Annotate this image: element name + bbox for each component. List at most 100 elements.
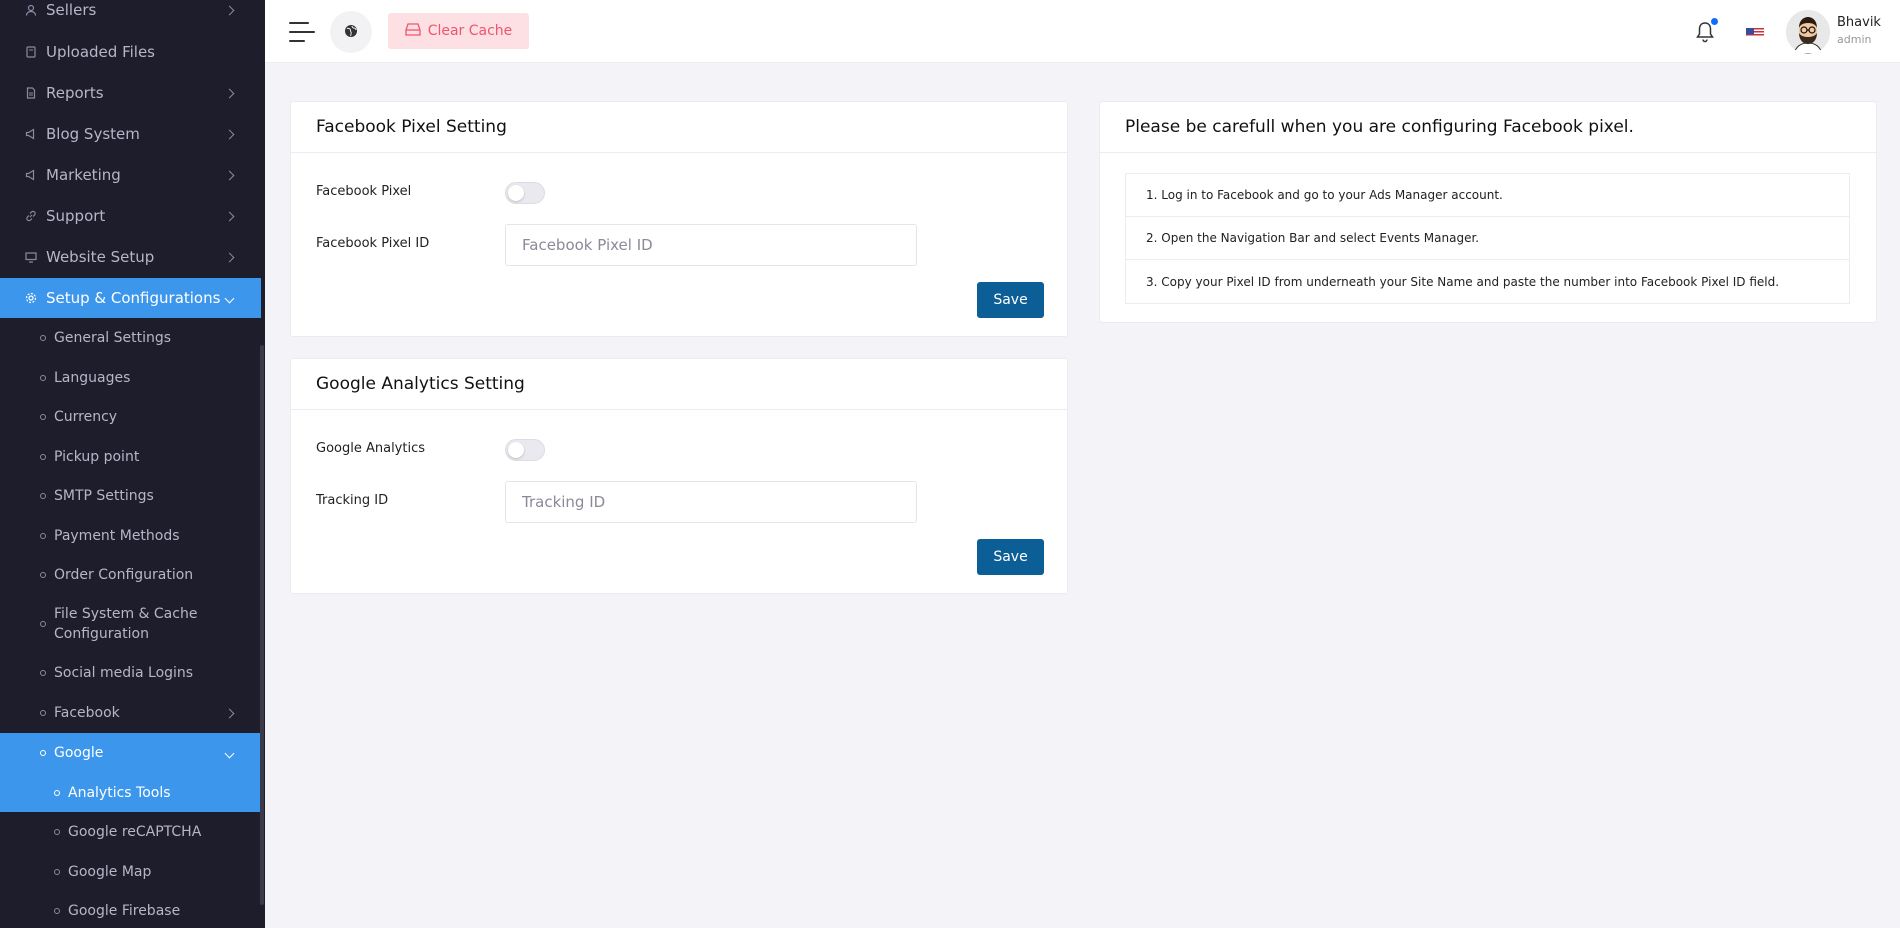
- sidebar-subitem-label: Payment Methods: [54, 527, 180, 544]
- megaphone-icon: [24, 168, 38, 182]
- google-analytics-label: Google Analytics: [316, 441, 426, 456]
- list-item: 3. Copy your Pixel ID from underneath yo…: [1146, 274, 1780, 289]
- sidebar: Sellers Uploaded Files Reports Blog Syst…: [0, 0, 265, 928]
- label-line: File System & Cache: [54, 606, 198, 622]
- chevron-right-icon: [224, 170, 235, 180]
- sidebar-subitem-file-system-cache[interactable]: File System & Cache Configuration: [0, 595, 261, 653]
- card-title: Please be carefull when you are configur…: [1100, 102, 1876, 153]
- sidebar-subitem-label: File System & Cache Configuration: [54, 604, 197, 644]
- google-save-button[interactable]: Save: [977, 539, 1044, 575]
- topbar: Clear Cache Bhavik admin: [265, 0, 1900, 63]
- chevron-right-icon: [224, 211, 235, 221]
- sidebar-item-label: Website Setup: [46, 248, 155, 266]
- facebook-pixel-toggle[interactable]: [505, 182, 545, 204]
- sidebar-subitem-google-map[interactable]: Google Map: [0, 852, 261, 891]
- bullet-icon: [40, 493, 46, 499]
- sidebar-subitem-facebook[interactable]: Facebook: [0, 693, 261, 733]
- bullet-icon: [40, 710, 46, 716]
- chevron-right-icon: [224, 88, 235, 98]
- sidebar-subitem-languages[interactable]: Languages: [0, 358, 261, 397]
- sidebar-item-support[interactable]: Support: [0, 196, 261, 236]
- google-analytics-card: Google Analytics Setting Google Analytic…: [290, 358, 1068, 594]
- sidebar-subitem-label: Google Firebase: [68, 902, 181, 919]
- us-flag-icon: [1746, 28, 1764, 37]
- sidebar-subitem-label: Google: [54, 745, 104, 761]
- chevron-right-icon: [224, 708, 235, 718]
- chevron-right-icon: [224, 5, 235, 15]
- menu-toggle-icon[interactable]: [289, 22, 315, 42]
- notification-dot: [1711, 18, 1718, 25]
- clear-cache-label: Clear Cache: [427, 23, 513, 39]
- sidebar-subitem-label: Facebook: [54, 705, 120, 721]
- sidebar-item-setup-configurations[interactable]: Setup & Configurations: [0, 278, 261, 318]
- monitor-icon: [24, 250, 38, 264]
- bullet-icon: [40, 453, 46, 460]
- sidebar-item-uploaded-files[interactable]: Uploaded Files: [0, 32, 261, 72]
- sidebar-item-label: Reports: [46, 84, 104, 102]
- avatar[interactable]: [1786, 10, 1830, 54]
- sidebar-subitem-currency[interactable]: Currency: [0, 397, 261, 437]
- facebook-pixel-card: Facebook Pixel Setting Facebook Pixel Fa…: [290, 101, 1068, 337]
- sidebar-item-marketing[interactable]: Marketing: [0, 155, 261, 195]
- user-name: Bhavik: [1837, 15, 1881, 30]
- bullet-icon: [54, 829, 60, 835]
- folder-icon: [24, 45, 38, 59]
- sidebar-subitem-label: Google reCAPTCHA: [68, 824, 202, 840]
- sidebar-subitem-label: Google Map: [68, 863, 152, 880]
- instructions-list: 1. Log in to Facebook and go to your Ads…: [1125, 173, 1850, 304]
- hdd-icon: [405, 22, 421, 40]
- facebook-pixel-instructions-card: Please be carefull when you are configur…: [1099, 101, 1877, 323]
- sidebar-item-label: Marketing: [46, 166, 121, 184]
- sidebar-item-label: Support: [46, 207, 106, 225]
- website-link-button[interactable]: [330, 11, 372, 53]
- clear-cache-button[interactable]: Clear Cache: [388, 13, 529, 49]
- language-flag-button[interactable]: [1746, 25, 1764, 37]
- notifications-button[interactable]: [1695, 18, 1719, 44]
- sidebar-scrollbar[interactable]: [260, 345, 264, 905]
- google-analytics-toggle[interactable]: [505, 439, 545, 461]
- sidebar-subitem-analytics-tools[interactable]: Analytics Tools: [0, 773, 261, 812]
- facebook-pixel-id-label: Facebook Pixel ID: [316, 236, 430, 251]
- sidebar-subitem-payment-methods[interactable]: Payment Methods: [0, 516, 261, 555]
- sidebar-item-label: Blog System: [46, 125, 140, 143]
- sidebar-subitem-pickup-point[interactable]: Pickup point: [0, 437, 261, 476]
- chevron-down-icon: [224, 748, 235, 758]
- sidebar-subitem-general-settings[interactable]: General Settings: [0, 318, 261, 358]
- bullet-icon: [40, 335, 46, 341]
- sidebar-subitem-label: Languages: [54, 369, 131, 386]
- label-line: Configuration: [54, 626, 149, 642]
- megaphone-icon: [24, 127, 38, 141]
- facebook-pixel-id-input[interactable]: [505, 224, 917, 266]
- sidebar-subitem-google-firebase[interactable]: Google Firebase: [0, 891, 261, 928]
- sidebar-subitem-label: Social media Logins: [54, 665, 194, 681]
- sidebar-item-website-setup[interactable]: Website Setup: [0, 237, 261, 277]
- sidebar-item-label: Setup & Configurations: [46, 289, 221, 307]
- sidebar-item-reports[interactable]: Reports: [0, 73, 261, 113]
- bullet-icon: [54, 868, 60, 875]
- card-title: Google Analytics Setting: [291, 359, 1067, 410]
- bullet-icon: [40, 572, 46, 578]
- sidebar-subitem-social-media-logins[interactable]: Social media Logins: [0, 653, 261, 693]
- sidebar-subitem-smtp-settings[interactable]: SMTP Settings: [0, 476, 261, 516]
- sidebar-item-sellers[interactable]: Sellers: [0, 0, 261, 30]
- sidebar-subitem-label: Pickup point: [54, 448, 140, 465]
- sidebar-subitem-label: Order Configuration: [54, 567, 194, 583]
- tracking-id-input[interactable]: [505, 481, 917, 523]
- link-icon: [24, 209, 38, 223]
- sidebar-subitem-google[interactable]: Google: [0, 733, 261, 773]
- gear-icon: [24, 291, 38, 305]
- chevron-down-icon: [224, 293, 235, 303]
- list-item: 2. Open the Navigation Bar and select Ev…: [1126, 217, 1849, 260]
- facebook-pixel-label: Facebook Pixel: [316, 184, 412, 199]
- globe-icon: [344, 23, 358, 42]
- sidebar-item-blog-system[interactable]: Blog System: [0, 114, 261, 154]
- sidebar-subitem-label: Analytics Tools: [68, 784, 171, 801]
- sidebar-subitem-google-recaptcha[interactable]: Google reCAPTCHA: [0, 812, 261, 852]
- sidebar-subitem-order-configuration[interactable]: Order Configuration: [0, 555, 261, 595]
- sidebar-subitem-label: Currency: [54, 409, 118, 425]
- bullet-icon: [40, 532, 46, 539]
- bullet-icon: [54, 789, 60, 796]
- card-title: Facebook Pixel Setting: [291, 102, 1067, 153]
- facebook-save-button[interactable]: Save: [977, 282, 1044, 318]
- sidebar-subitem-label: SMTP Settings: [54, 488, 154, 504]
